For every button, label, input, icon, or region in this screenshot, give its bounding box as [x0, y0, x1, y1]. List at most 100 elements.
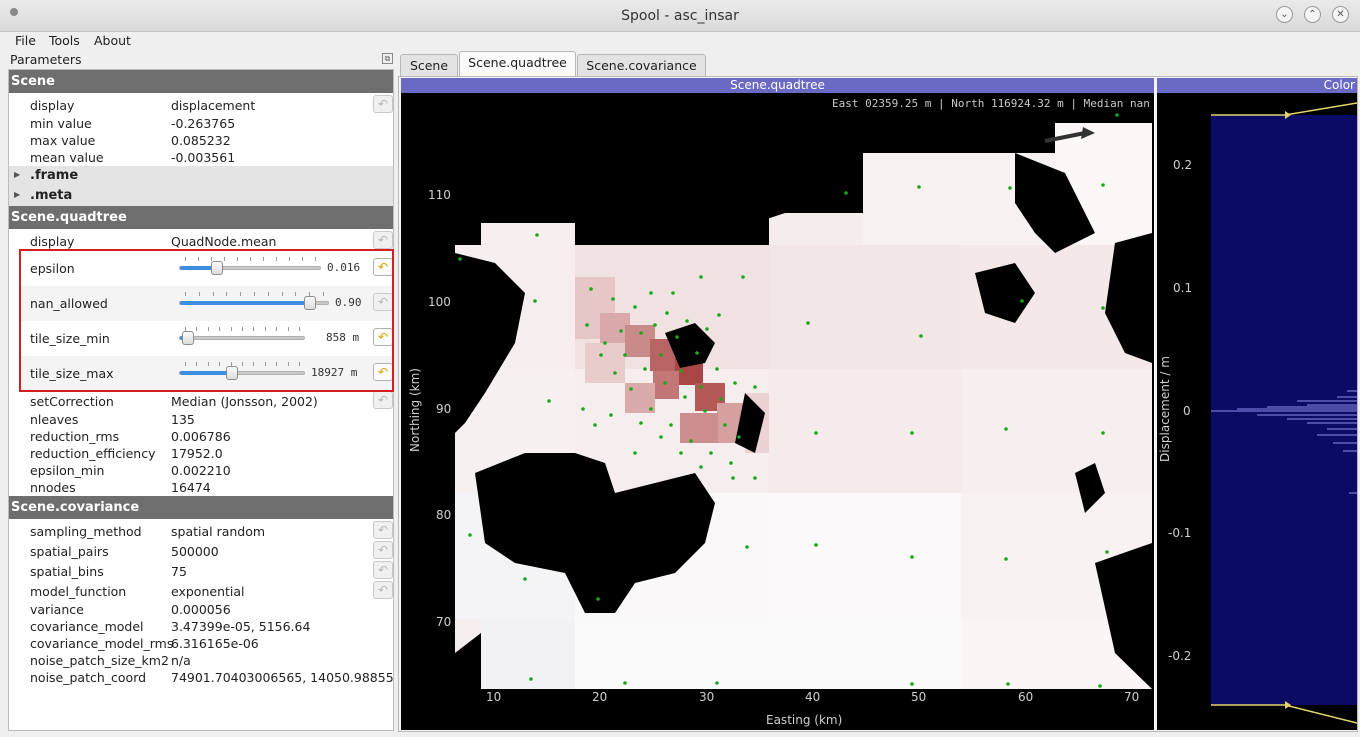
x-tick: 50	[911, 690, 927, 704]
undo-icon[interactable]: ↶	[373, 231, 393, 249]
param-value[interactable]: displacement	[171, 98, 255, 113]
undo-icon[interactable]: ↶	[373, 561, 393, 579]
undo-icon[interactable]: ↶	[373, 328, 393, 346]
param-key: tile_size_min	[30, 331, 110, 346]
y-axis-label: Northing (km)	[408, 368, 422, 452]
dock-title: Parameters	[10, 52, 82, 67]
colorbar-tick: -0.2	[1168, 649, 1192, 663]
param-key: display	[30, 98, 75, 113]
colorbar-tick: 0.2	[1173, 158, 1193, 172]
slider-value: 0.016	[327, 261, 361, 274]
undo-icon[interactable]: ↶	[373, 581, 393, 599]
param-key: nan_allowed	[30, 296, 108, 311]
param-key: epsilon_min	[30, 463, 105, 478]
x-tick: 10	[486, 690, 502, 704]
slider-row-tile-size-max: tile_size_max 18927 m ↶	[21, 356, 393, 391]
param-value[interactable]: exponential	[171, 584, 245, 599]
param-value: -0.263765	[171, 116, 236, 131]
section-covariance[interactable]: Scene.covariance	[9, 496, 393, 519]
undo-icon[interactable]: ↶	[373, 521, 393, 539]
menu-tools[interactable]: Tools	[49, 33, 80, 48]
undo-icon[interactable]: ↶	[373, 95, 393, 113]
quadtree-map[interactable]	[455, 93, 1152, 689]
section-scene[interactable]: Scene	[9, 70, 393, 93]
expand-arrow-icon[interactable]: ▶	[14, 190, 20, 199]
param-value: 0.000056	[171, 602, 231, 617]
x-tick: 30	[699, 690, 715, 704]
param-key: max value	[30, 133, 96, 148]
slider-handle[interactable]	[304, 296, 316, 310]
slider-handle[interactable]	[226, 366, 238, 380]
param-key: variance	[30, 602, 84, 617]
tile-size-min-slider[interactable]	[179, 331, 305, 345]
param-value: -0.003561	[171, 150, 236, 165]
param-key: noise_patch_coord	[30, 670, 147, 685]
param-key: model_function	[30, 584, 127, 599]
colormap-panel[interactable]: 0.2 0.1 0 -0.1 -0.2 Displacement / m	[1157, 93, 1358, 730]
param-key: tile_size_max	[30, 366, 114, 381]
undo-icon[interactable]: ↶	[373, 258, 393, 276]
tab-scene-covariance[interactable]: Scene.covariance	[577, 54, 706, 76]
param-value[interactable]: 500000	[171, 544, 219, 559]
tile-size-max-slider[interactable]	[179, 366, 305, 380]
undo-icon[interactable]: ↶	[373, 293, 393, 311]
x-tick: 60	[1018, 690, 1034, 704]
param-value[interactable]: spatial random	[171, 524, 265, 539]
param-key: epsilon	[30, 261, 75, 276]
param-value[interactable]: Median (Jonsson, 2002)	[171, 394, 318, 409]
param-key: spatial_pairs	[30, 544, 109, 559]
group-meta[interactable]: ▶ .meta	[9, 186, 393, 206]
y-tick: 70	[436, 615, 452, 629]
param-key: display	[30, 234, 75, 249]
menu-bar: File Tools About	[0, 32, 1360, 50]
param-key: covariance_model_rms	[30, 636, 174, 651]
param-value: 74901.70403006565, 14050.98855681	[171, 670, 394, 685]
group-frame[interactable]: ▶ .frame	[9, 166, 393, 186]
param-key: reduction_rms	[30, 429, 120, 444]
param-value: 135	[171, 412, 195, 427]
undo-icon[interactable]: ↶	[373, 541, 393, 559]
nan-allowed-slider[interactable]	[179, 296, 329, 310]
undo-icon[interactable]: ↶	[373, 363, 393, 381]
param-key: setCorrection	[30, 394, 114, 409]
slider-row-tile-size-min: tile_size_min 858 m ↶	[21, 321, 393, 356]
colorbar-tick: -0.1	[1168, 526, 1192, 540]
close-icon[interactable]: ✕	[1332, 6, 1349, 23]
maximize-icon[interactable]: ⌃	[1304, 6, 1321, 23]
param-key: nleaves	[30, 412, 79, 427]
undo-icon[interactable]: ↶	[373, 391, 393, 409]
title-bar: Spool - asc_insar ⌄ ⌃ ✕	[0, 0, 1360, 32]
param-value[interactable]: QuadNode.mean	[171, 234, 276, 249]
slider-handle[interactable]	[182, 331, 194, 345]
parameter-tree: Scene display displacement ↶ min value -…	[8, 69, 394, 731]
tab-scene-quadtree[interactable]: Scene.quadtree	[459, 51, 576, 76]
tab-scene[interactable]: Scene	[400, 54, 458, 76]
menu-file[interactable]: File	[15, 33, 36, 48]
window-title: Spool - asc_insar	[621, 8, 739, 24]
slider-value: 18927 m	[311, 366, 358, 379]
slider-handle[interactable]	[211, 261, 223, 275]
param-key: noise_patch_size_km2	[30, 653, 169, 668]
dock-float-icon[interactable]: ⧉	[382, 53, 393, 64]
param-value: 6.316165e-06	[171, 636, 259, 651]
menu-about[interactable]: About	[94, 33, 131, 48]
param-value[interactable]: 75	[171, 564, 187, 579]
slider-ticks	[179, 327, 305, 332]
slider-ticks	[179, 362, 305, 367]
param-value: n/a	[171, 653, 191, 668]
colorbar-tick: 0.1	[1173, 281, 1193, 295]
group-label: .frame	[30, 168, 79, 183]
epsilon-slider[interactable]	[179, 261, 321, 275]
x-tick: 20	[592, 690, 608, 704]
quadtree-plot[interactable]: East 02359.25 m | North 116924.32 m | Me…	[401, 93, 1154, 730]
expand-arrow-icon[interactable]: ▶	[14, 170, 20, 179]
param-value: 0.006786	[171, 429, 231, 444]
cursor-readout: East 02359.25 m | North 116924.32 m | Me…	[832, 97, 1150, 110]
param-key: min value	[30, 116, 92, 131]
minimize-icon[interactable]: ⌄	[1276, 6, 1293, 23]
slider-row-nan-allowed: nan_allowed 0.90 ↶	[21, 286, 393, 321]
param-key: spatial_bins	[30, 564, 104, 579]
param-key: reduction_efficiency	[30, 446, 156, 461]
colorbar-header: Color	[1157, 78, 1357, 93]
section-quadtree[interactable]: Scene.quadtree	[9, 206, 393, 229]
